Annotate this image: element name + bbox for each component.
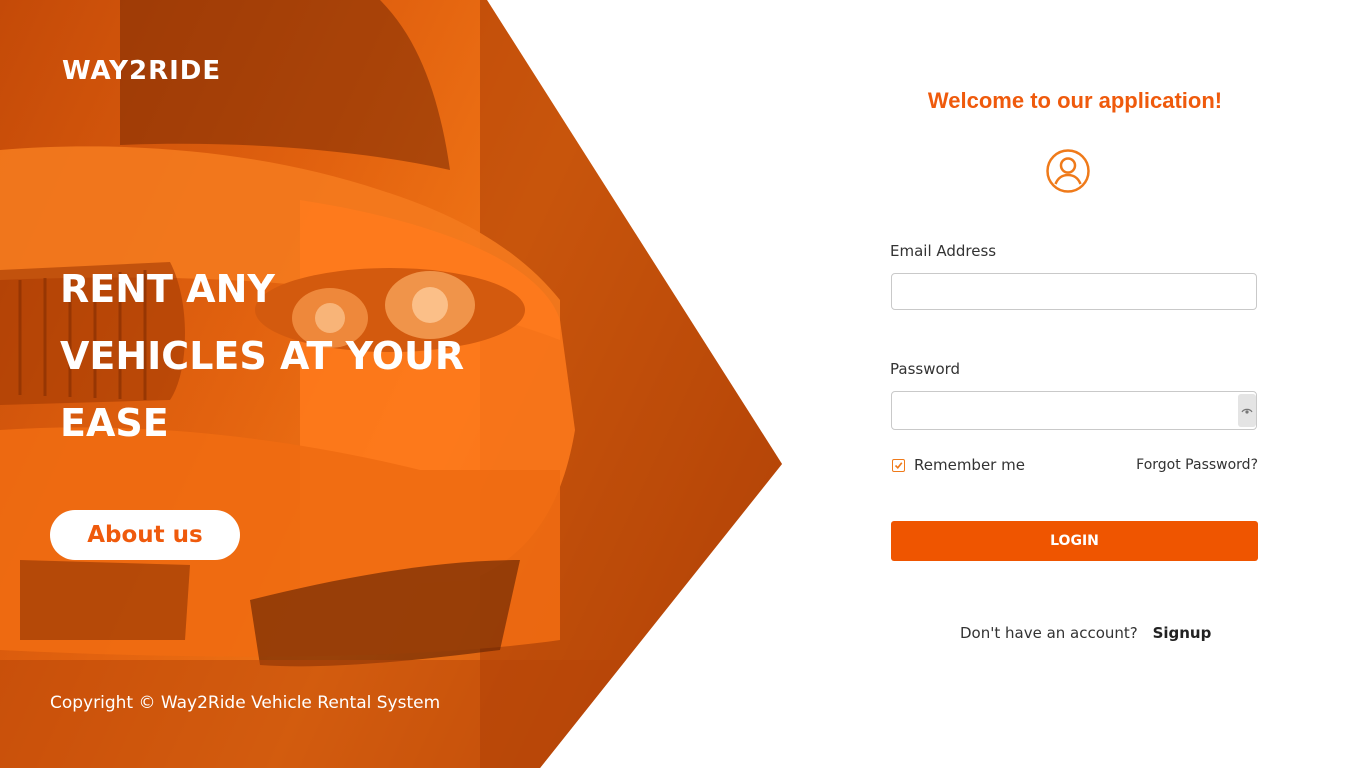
login-button[interactable]: LOGIN (891, 521, 1258, 561)
login-page: WAY2RIDE RENT ANY VEHICLES AT YOUR EASE … (0, 0, 1366, 768)
email-input[interactable] (891, 273, 1257, 310)
show-password-button[interactable] (1238, 394, 1256, 427)
hero-headline: RENT ANY VEHICLES AT YOUR EASE (60, 267, 465, 445)
password-label: Password (890, 360, 961, 378)
signup-link[interactable]: Signup (1153, 624, 1212, 642)
no-account-text: Don't have an account? (960, 624, 1138, 642)
check-icon (894, 461, 903, 469)
welcome-title: Welcome to our application! (927, 88, 1223, 113)
password-input[interactable] (891, 391, 1257, 430)
hero-panel: WAY2RIDE RENT ANY VEHICLES AT YOUR EASE … (0, 0, 782, 768)
eye-icon (1241, 408, 1253, 414)
login-form: Welcome to our application! Email Addres… (890, 0, 1260, 768)
brand-logo: WAY2RIDE (62, 56, 222, 86)
forgot-password-link[interactable]: Forgot Password? (1136, 457, 1258, 473)
remember-checkbox[interactable] (892, 458, 905, 472)
remember-me[interactable]: Remember me (892, 456, 1025, 474)
email-label: Email Address (890, 242, 997, 260)
user-circle-icon (1046, 149, 1090, 193)
copyright-text: Copyright © Way2Ride Vehicle Rental Syst… (50, 693, 441, 713)
remember-label: Remember me (914, 456, 1025, 474)
signup-row: Don't have an account? Signup (960, 624, 1211, 642)
about-us-button[interactable]: About us (50, 510, 240, 560)
